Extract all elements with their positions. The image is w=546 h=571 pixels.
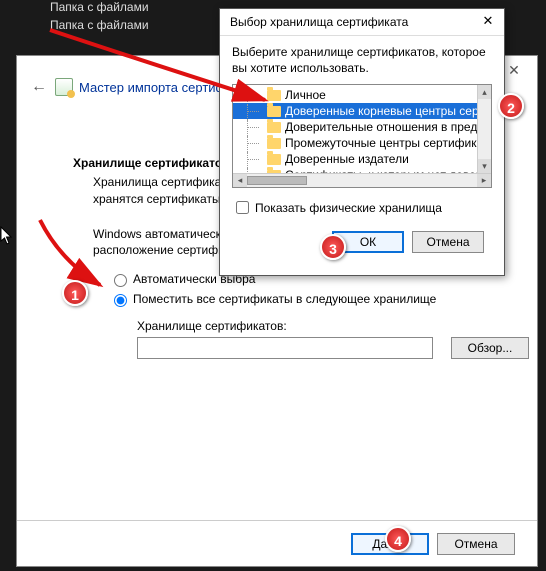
tree-item[interactable]: Промежуточные центры сертификаци <box>233 135 477 151</box>
vertical-scrollbar[interactable]: ▴ ▾ <box>477 85 491 173</box>
wizard-footer: Далее Отмена <box>17 520 537 566</box>
tree-item[interactable]: Доверительные отношения в предприя <box>233 119 477 135</box>
tree-item[interactable]: Доверенные издатели <box>233 151 477 167</box>
bg-folder-label: Папка с файлами <box>50 0 149 14</box>
scroll-thumb[interactable] <box>247 176 307 185</box>
mouse-cursor-icon <box>0 226 14 246</box>
folder-icon <box>267 122 281 133</box>
tree-item-label: Доверительные отношения в предприя <box>285 119 477 135</box>
back-arrow-icon[interactable]: ← <box>31 78 47 96</box>
close-icon[interactable]: ✕ <box>476 13 500 31</box>
bg-folder-label: Папка с файлами <box>50 18 149 32</box>
tree-item-selected[interactable]: Доверенные корневые центры сертиф <box>233 103 477 119</box>
popup-body: Выберите хранилище сертификатов, которое… <box>220 36 504 188</box>
radio-auto[interactable] <box>114 274 127 287</box>
section-desc-line: хранятся сертификаты. <box>93 192 224 206</box>
bg-folder-item: Папка с файлами <box>50 18 149 32</box>
annotation-marker-2: 2 <box>498 93 524 119</box>
popup-title: Выбор хранилища сертификата <box>230 15 408 29</box>
scroll-right-icon[interactable]: ▸ <box>477 174 491 187</box>
certificate-icon <box>55 78 73 96</box>
popup-desc: Выберите хранилище сертификатов, которое… <box>232 45 486 75</box>
browse-button[interactable]: Обзор... <box>451 337 529 359</box>
cancel-button[interactable]: Отмена <box>437 533 515 555</box>
store-tree: Личное Доверенные корневые центры сертиф… <box>232 84 492 188</box>
horizontal-scrollbar[interactable]: ◂ ▸ <box>233 173 491 187</box>
cancel-button[interactable]: Отмена <box>412 231 484 253</box>
tree-item-label: Доверенные издатели <box>285 151 409 167</box>
scroll-down-icon[interactable]: ▾ <box>478 159 491 173</box>
folder-icon <box>267 138 281 149</box>
scroll-left-icon[interactable]: ◂ <box>233 174 247 187</box>
popup-footer: ОК Отмена <box>220 217 504 253</box>
tree-item[interactable]: Личное <box>233 87 477 103</box>
annotation-marker-1: 1 <box>62 280 88 306</box>
tree-item-label: Личное <box>285 87 326 103</box>
annotation-marker-4: 4 <box>385 526 411 552</box>
store-picker-dialog: Выбор хранилища сертификата ✕ Выберите х… <box>219 8 505 276</box>
radio-manual-row[interactable]: Поместить все сертификаты в следующее хр… <box>17 287 537 307</box>
scroll-up-icon[interactable]: ▴ <box>478 85 491 99</box>
store-label: Хранилище сертификатов: <box>17 307 537 335</box>
radio-manual[interactable] <box>114 294 127 307</box>
radio-manual-label: Поместить все сертификаты в следующее хр… <box>133 292 436 306</box>
tree-item-label: Промежуточные центры сертификаци <box>285 135 477 151</box>
folder-icon <box>267 106 281 117</box>
folder-icon <box>267 154 281 165</box>
tree-item-label: Доверенные корневые центры сертиф <box>285 103 477 119</box>
popup-titlebar: Выбор хранилища сертификата ✕ <box>220 9 504 36</box>
bg-folder-item: Папка с файлами <box>50 0 149 14</box>
show-physical-label: Показать физические хранилища <box>255 201 442 215</box>
store-input-row: Обзор... <box>17 335 537 359</box>
folder-icon <box>267 90 281 101</box>
annotation-marker-3: 3 <box>320 234 346 260</box>
show-physical-row[interactable]: Показать физические хранилища <box>220 188 504 217</box>
store-input[interactable] <box>137 337 433 359</box>
show-physical-checkbox[interactable] <box>236 201 249 214</box>
